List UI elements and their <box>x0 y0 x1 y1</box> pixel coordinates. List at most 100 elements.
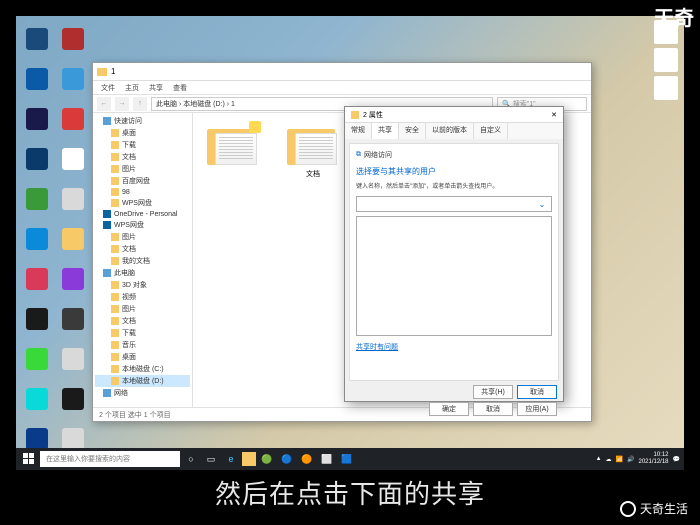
folder-item-selected[interactable]: 文档 <box>283 123 343 179</box>
folder-icon <box>351 111 359 119</box>
apply-button[interactable]: 应用(A) <box>517 402 557 416</box>
desktop: 1 文件 主页 共享 查看 ← → ↑ 此电脑 › 本地磁盘 (D:) › 1 … <box>16 16 684 470</box>
watermark-top: 天奇 <box>654 2 694 31</box>
tree-item[interactable]: 3D 对象 <box>95 279 190 291</box>
taskbar-app-icon[interactable] <box>242 452 256 466</box>
desktop-file-icon[interactable] <box>654 48 678 72</box>
tree-item[interactable]: 文档 <box>95 151 190 163</box>
tree-item[interactable]: 98 <box>95 187 190 197</box>
explorer-tree[interactable]: 快速访问 桌面下载文档图片百度网盘98WPS网盘 OneDrive - Pers… <box>93 113 193 407</box>
desktop-right-icons <box>654 20 678 100</box>
tab-previous[interactable]: 以前的版本 <box>426 123 474 139</box>
taskbar-app-icon[interactable]: 🔵 <box>278 450 296 468</box>
desktop-icon[interactable] <box>56 340 90 378</box>
tree-wps[interactable]: WPS网盘 <box>95 219 190 231</box>
dialog-titlebar[interactable]: 2 属性 ✕ <box>345 107 563 123</box>
tree-item[interactable]: 音乐 <box>95 339 190 351</box>
desktop-icon[interactable] <box>20 140 54 178</box>
tree-item[interactable]: 百度网盘 <box>95 175 190 187</box>
dialog-footer: 共享(H) 取消 确定 取消 应用(A) <box>345 385 563 420</box>
desktop-icon[interactable] <box>56 300 90 338</box>
share-troubleshoot-link[interactable]: 共享时有问题 <box>356 342 552 352</box>
desktop-icon[interactable] <box>56 140 90 178</box>
nav-back-button[interactable]: ← <box>97 97 111 111</box>
desktop-icon[interactable] <box>20 20 54 58</box>
tree-this-pc[interactable]: 此电脑 <box>95 267 190 279</box>
desktop-icon[interactable] <box>56 100 90 138</box>
taskbar-clock[interactable]: 10:12 2021/12/18 <box>638 452 668 465</box>
nav-forward-button[interactable]: → <box>115 97 129 111</box>
desktop-icon[interactable] <box>20 300 54 338</box>
user-listbox[interactable] <box>356 216 552 336</box>
share-button[interactable]: 共享(H) <box>473 385 513 399</box>
desktop-icon[interactable] <box>56 260 90 298</box>
desktop-icon[interactable] <box>20 260 54 298</box>
taskbar-app-icon[interactable]: e <box>222 450 240 468</box>
tree-item[interactable]: 我的文档 <box>95 255 190 267</box>
taskbar-app-icon[interactable]: 🟦 <box>338 450 356 468</box>
notification-icon[interactable]: 💬 <box>673 456 680 463</box>
ribbon-tab-home[interactable]: 主页 <box>125 83 139 93</box>
cortana-icon[interactable]: ○ <box>182 450 200 468</box>
nav-up-button[interactable]: ↑ <box>133 97 147 111</box>
tree-item[interactable]: WPS网盘 <box>95 197 190 209</box>
taskbar-app-icon[interactable]: 🟠 <box>298 450 316 468</box>
system-tray[interactable]: ▲ ☁ 📶 🔊 10:12 2021/12/18 💬 <box>596 452 680 465</box>
tree-item[interactable]: 图片 <box>95 303 190 315</box>
ok-button[interactable]: 确定 <box>429 402 469 416</box>
tree-item[interactable]: 本地磁盘 (D:) <box>95 375 190 387</box>
task-view-icon[interactable]: ▭ <box>202 450 220 468</box>
dialog-title: 2 属性 <box>363 110 383 120</box>
taskbar-app-icon[interactable]: ⬜ <box>318 450 336 468</box>
share-description: 键入名称，然后单击"添加"，或者单击箭头查找用户。 <box>356 181 552 190</box>
desktop-file-icon[interactable] <box>654 76 678 100</box>
tray-icon[interactable]: ☁ <box>606 456 612 463</box>
desktop-icon[interactable] <box>56 380 90 418</box>
desktop-icon[interactable] <box>20 60 54 98</box>
ribbon-tab-share[interactable]: 共享 <box>149 83 163 93</box>
tree-item[interactable]: 图片 <box>95 231 190 243</box>
desktop-icon[interactable] <box>20 340 54 378</box>
tree-item[interactable]: 桌面 <box>95 127 190 139</box>
chevron-down-icon[interactable]: ⌄ <box>537 199 547 209</box>
ribbon-tab-file[interactable]: 文件 <box>101 83 115 93</box>
cancel-button[interactable]: 取消 <box>473 402 513 416</box>
desktop-icon[interactable] <box>20 380 54 418</box>
network-header: 网络访问 <box>364 150 392 160</box>
tree-item[interactable]: 下载 <box>95 327 190 339</box>
close-icon[interactable]: ✕ <box>551 111 557 119</box>
desktop-icon[interactable] <box>20 100 54 138</box>
taskbar-app-icon[interactable]: 🟢 <box>258 450 276 468</box>
taskbar-search[interactable]: 在这里输入你要搜索的内容 <box>40 451 180 467</box>
tab-custom[interactable]: 自定义 <box>474 123 508 139</box>
tab-sharing[interactable]: 共享 <box>372 123 399 139</box>
tree-onedrive[interactable]: OneDrive - Personal <box>95 209 190 219</box>
desktop-icon[interactable] <box>56 60 90 98</box>
tree-item[interactable]: 文档 <box>95 315 190 327</box>
tree-item[interactable]: 本地磁盘 (C:) <box>95 363 190 375</box>
tray-icon[interactable]: ▲ <box>596 456 602 462</box>
explorer-titlebar[interactable]: 1 <box>93 63 591 81</box>
tree-item[interactable]: 桌面 <box>95 351 190 363</box>
start-button[interactable] <box>20 450 38 468</box>
desktop-icon[interactable] <box>56 180 90 218</box>
cancel-top-button[interactable]: 取消 <box>517 385 557 399</box>
tree-item[interactable]: 视频 <box>95 291 190 303</box>
tree-quick-access[interactable]: 快速访问 <box>95 115 190 127</box>
tab-general[interactable]: 常规 <box>345 123 372 139</box>
user-combobox[interactable]: ⌄ <box>356 196 552 212</box>
tree-network[interactable]: 网络 <box>95 387 190 399</box>
tree-item[interactable]: 图片 <box>95 163 190 175</box>
folder-item[interactable] <box>203 123 263 167</box>
tree-item[interactable]: 文档 <box>95 243 190 255</box>
desktop-icon[interactable] <box>56 220 90 258</box>
ribbon-tab-view[interactable]: 查看 <box>173 83 187 93</box>
tree-item[interactable]: 下载 <box>95 139 190 151</box>
desktop-icon[interactable] <box>20 180 54 218</box>
tab-security[interactable]: 安全 <box>399 123 426 139</box>
share-headline: 选择要与其共享的用户 <box>356 166 552 177</box>
desktop-icon[interactable] <box>20 220 54 258</box>
volume-icon[interactable]: 🔊 <box>627 456 634 463</box>
wifi-icon[interactable]: 📶 <box>616 456 623 463</box>
desktop-icon[interactable] <box>56 20 90 58</box>
